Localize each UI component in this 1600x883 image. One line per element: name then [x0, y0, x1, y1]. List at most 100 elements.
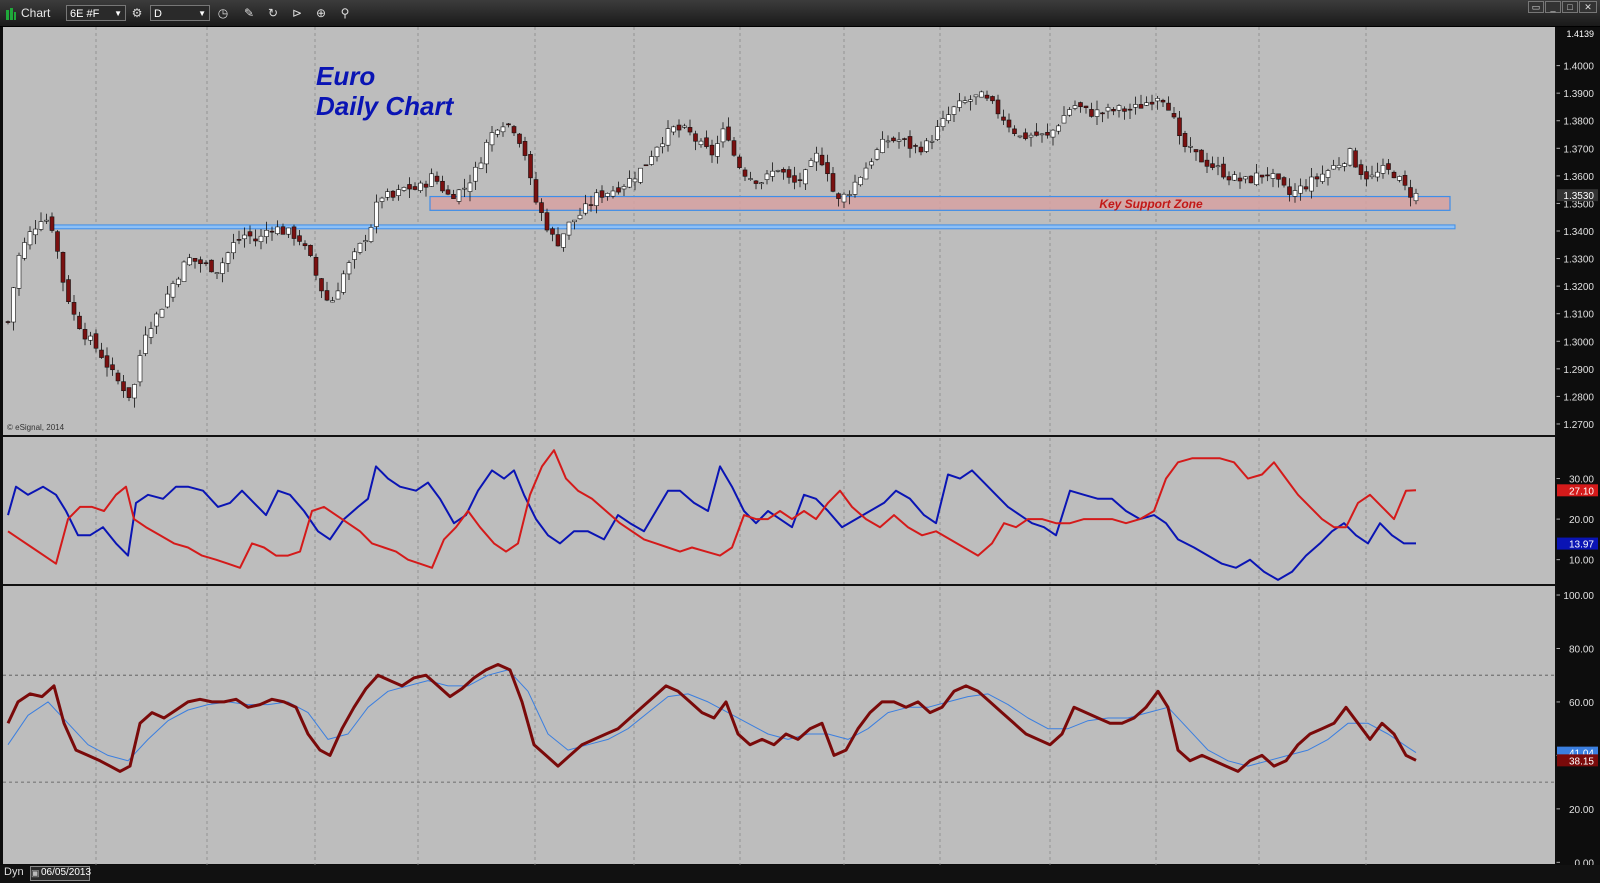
candle-down	[99, 349, 104, 358]
candle-up	[770, 170, 775, 177]
toolbar: Chart 6E #F ▼ ⚙ D ▼ ◷ ✎ ↻ ⊳ ⊕ ⚲ ▭ _ □ ✕	[0, 0, 1600, 27]
candle-down	[1166, 102, 1171, 111]
candle-up	[665, 128, 671, 146]
candle-down	[308, 244, 313, 256]
candle-down	[110, 364, 115, 371]
candle-down	[555, 234, 561, 247]
candle-down	[1111, 108, 1116, 112]
candle-up	[429, 173, 434, 187]
candle-up	[654, 146, 660, 158]
candle-down	[506, 123, 511, 126]
candle-down	[5, 321, 11, 323]
candle-up	[566, 221, 572, 236]
candle-up	[1369, 174, 1375, 178]
candle-up	[170, 283, 176, 298]
candle-up	[1413, 193, 1419, 202]
candle-up	[1347, 148, 1353, 166]
candle-down	[995, 99, 1001, 115]
candle-down	[511, 126, 517, 134]
candle-up	[808, 160, 814, 167]
last-value-label: 1.3530	[1563, 191, 1594, 202]
candle-down	[550, 228, 555, 235]
candle-up	[1094, 109, 1100, 117]
candle-up	[1155, 98, 1160, 102]
candle-down	[676, 124, 682, 131]
y-tick-label: 1.2900	[1563, 365, 1594, 376]
candle-down	[1259, 174, 1265, 178]
candle-down	[907, 136, 913, 149]
link-icon[interactable]: ⚲	[336, 5, 354, 21]
last-value-label: 13.97	[1569, 540, 1594, 551]
close-icon[interactable]: ✕	[1579, 1, 1597, 13]
candle-up	[132, 384, 137, 399]
settings-icon[interactable]: ⚙	[128, 5, 146, 21]
minimize-icon[interactable]: _	[1545, 1, 1561, 13]
candle-up	[187, 257, 192, 266]
candle-down	[104, 355, 110, 368]
restore-icon[interactable]: ▭	[1528, 1, 1544, 13]
zoom-icon[interactable]: ⊕	[312, 5, 330, 21]
candle-up	[1050, 129, 1056, 138]
chart-app-icon[interactable]	[6, 7, 16, 20]
candle-down	[902, 138, 907, 140]
candle-up	[1017, 135, 1023, 138]
candle-down	[1034, 131, 1039, 136]
candle-down	[1276, 173, 1281, 180]
candle-up	[561, 233, 566, 248]
candle-up	[473, 166, 478, 182]
clock-icon[interactable]: ◷	[214, 5, 232, 21]
candle-up	[594, 192, 599, 206]
candle-down	[1177, 117, 1182, 137]
candle-down	[1001, 116, 1006, 121]
candle-down	[192, 258, 198, 262]
refresh-icon[interactable]: ↻	[264, 5, 282, 21]
y-tick-label: 100.00	[1563, 591, 1594, 602]
candle-up	[379, 197, 385, 202]
candle-down	[1149, 101, 1155, 105]
candle-up	[1067, 109, 1072, 116]
candle-down	[319, 278, 324, 292]
y-tick-label: 1.3600	[1563, 172, 1594, 183]
candle-up	[500, 126, 506, 133]
candle-up	[11, 287, 16, 323]
candle-up	[1270, 173, 1276, 179]
y-tick-label: 20.00	[1569, 805, 1594, 816]
candle-up	[1320, 173, 1325, 182]
y-tick-label: 60.00	[1569, 698, 1594, 709]
candle-up	[374, 201, 379, 227]
candle-up	[137, 355, 143, 383]
candle-up	[396, 189, 401, 196]
candle-up	[1325, 170, 1331, 178]
y-tick-label: 1.3700	[1563, 144, 1594, 155]
y-tick-label: 1.3800	[1563, 117, 1594, 128]
symbol-select[interactable]: 6E #F ▼	[66, 5, 126, 21]
candle-down	[423, 183, 429, 188]
candle-up	[979, 91, 984, 98]
candle-down	[753, 180, 759, 184]
chevron-down-icon: ▼	[114, 9, 122, 18]
play-icon[interactable]: ⊳	[288, 5, 306, 21]
pencil-icon[interactable]: ✎	[240, 5, 258, 21]
candle-down	[412, 186, 418, 190]
candle-up	[649, 156, 654, 165]
candle-up	[1105, 107, 1111, 112]
maximize-icon[interactable]: □	[1562, 1, 1578, 13]
y-top-label: 1.4139	[1566, 29, 1594, 39]
candle-up	[632, 178, 638, 183]
candle-up	[27, 231, 33, 246]
candle-up	[968, 99, 973, 102]
candle-up	[154, 313, 159, 327]
candle-up	[1375, 171, 1380, 178]
candle-down	[247, 231, 253, 237]
candle-down	[990, 96, 995, 102]
candle-down	[1391, 171, 1397, 179]
rsi-panel	[3, 586, 1555, 864]
candle-down	[709, 144, 715, 156]
candle-down	[588, 204, 594, 206]
candle-down	[797, 179, 803, 181]
candle-up	[148, 328, 154, 338]
candle-up	[401, 187, 407, 191]
interval-select[interactable]: D ▼	[150, 5, 210, 21]
calendar-icon[interactable]: ▣	[31, 868, 40, 879]
candle-down	[825, 162, 830, 175]
